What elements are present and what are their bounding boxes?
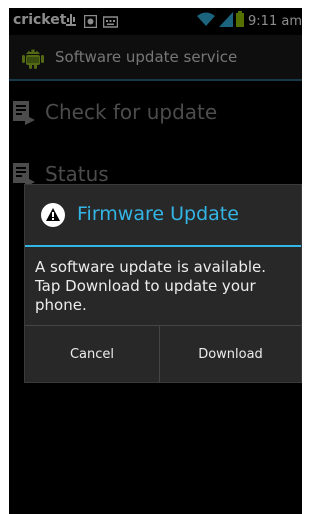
dialog-message: A software update is available. Tap Down… [35,258,267,314]
phone-screen: cricket 9:11 am Software update service … [9,8,302,514]
dialog-title: Firmware Update [77,203,239,225]
download-button[interactable]: Download [160,326,301,382]
dialog-header: Firmware Update [25,185,301,245]
title-divider [25,245,301,247]
cancel-button[interactable]: Cancel [25,326,159,382]
firmware-update-dialog: Firmware Update A software update is ava… [24,184,302,383]
warning-icon [41,203,65,231]
